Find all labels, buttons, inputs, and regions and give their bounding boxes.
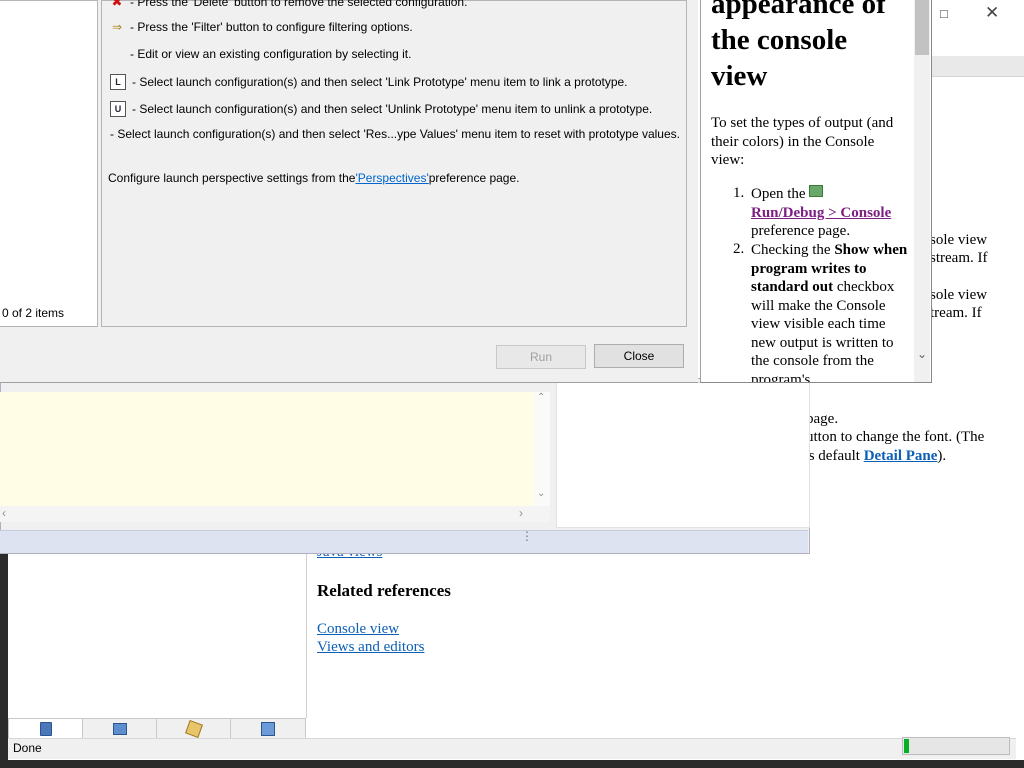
instruction-text: - Edit or view an existing configuration… xyxy=(130,47,412,61)
ide-side-panel xyxy=(556,382,810,528)
step-2: Checking the Show when program writes to… xyxy=(751,241,909,382)
step-1: Open the Run/Debug > Console preference … xyxy=(751,185,911,241)
configuration-list[interactable]: 0 of 2 items xyxy=(0,0,98,327)
items-count: 0 of 2 items xyxy=(2,306,65,320)
scroll-right-icon[interactable]: › xyxy=(519,506,523,520)
content-fragment: sole view xyxy=(930,287,988,303)
content-fragment: tream. If xyxy=(930,305,982,321)
editor-area[interactable] xyxy=(0,392,534,506)
instruction-line: ✖ - Press the 'Delete' button to remove … xyxy=(110,0,468,9)
close-button[interactable]: Close xyxy=(594,344,684,368)
delete-icon: ✖ xyxy=(111,0,123,9)
drag-handle-icon[interactable]: ⋮ xyxy=(521,530,533,542)
related-references-heading: Related references xyxy=(317,581,451,600)
tab-index[interactable] xyxy=(82,718,158,739)
progress-fill xyxy=(904,739,909,753)
step-number: 1. xyxy=(733,185,745,201)
tab-search-results[interactable] xyxy=(156,718,232,739)
perspective-text-pre: Configure launch perspective settings fr… xyxy=(108,171,356,185)
perspective-text-post: preference page. xyxy=(428,171,520,185)
progress-bar xyxy=(902,737,1010,755)
status-bar: Done xyxy=(8,738,1016,759)
launch-configurations-dialog: 0 of 2 items ✖ - Press the 'Delete' butt… xyxy=(0,0,698,383)
step-number: 2. xyxy=(733,241,745,257)
horizontal-scrollbar[interactable]: ‹ › xyxy=(0,506,550,522)
step-1-text: Open the xyxy=(751,186,810,202)
instruction-text: - Press the 'Filter' button to configure… xyxy=(130,20,413,34)
instruction-line: U - Select launch configuration(s) and t… xyxy=(110,101,652,117)
unlink-prototype-icon: U xyxy=(110,101,126,117)
scroll-left-icon[interactable]: ‹ xyxy=(2,506,6,520)
tab-contents[interactable] xyxy=(8,718,84,739)
content-fragment-text: 's default xyxy=(806,448,864,464)
status-text: Done xyxy=(13,741,42,755)
instruction-text: - Select launch configuration(s) and the… xyxy=(110,127,680,141)
instruction-text: - Select launch configuration(s) and the… xyxy=(132,75,628,89)
content-fragment: page. xyxy=(806,411,839,427)
heading-line: the console xyxy=(711,24,848,56)
article-heading: appearance of the console view xyxy=(711,0,916,94)
preferences-icon xyxy=(809,185,824,197)
instruction-line: - Select launch configuration(s) and the… xyxy=(110,127,680,141)
index-icon xyxy=(113,723,127,735)
vertical-scrollbar[interactable]: ⌃ ⌄ xyxy=(534,392,550,506)
scroll-down-icon[interactable]: ⌄ xyxy=(537,488,545,499)
views-and-editors-link[interactable]: Views and editors xyxy=(317,639,424,656)
instruction-line: ⇒ - Press the 'Filter' button to configu… xyxy=(110,20,413,34)
console-view-link[interactable]: Console view xyxy=(317,621,399,638)
content-fragment: stream. If xyxy=(930,250,988,266)
instruction-line: L - Select launch configuration(s) and t… xyxy=(110,74,628,90)
help-article-window: appearance of the console view To set th… xyxy=(700,0,932,383)
instruction-text: - Select launch configuration(s) and the… xyxy=(132,102,653,116)
launch-instructions-panel: ✖ - Press the 'Delete' button to remove … xyxy=(101,0,687,327)
instruction-line: - Edit or view an existing configuration… xyxy=(110,47,411,61)
heading-line: view xyxy=(711,60,768,92)
article-scroll-thumb[interactable] xyxy=(915,0,929,55)
perspectives-link[interactable]: 'Perspectives' xyxy=(355,171,428,185)
content-fragment: sole view xyxy=(930,232,988,248)
run-button[interactable]: Run xyxy=(496,345,586,369)
scroll-up-icon[interactable]: ⌃ xyxy=(537,392,545,403)
perspective-config-line: Configure launch perspective settings fr… xyxy=(108,171,519,185)
instruction-text: - Press the 'Delete' button to remove th… xyxy=(130,0,468,9)
run-debug-console-link[interactable]: Run/Debug > Console xyxy=(751,205,891,221)
contents-icon xyxy=(40,722,52,736)
bookmarks-icon xyxy=(261,722,275,736)
article-intro: To set the types of output (and their co… xyxy=(711,115,894,168)
tab-bookmarks[interactable] xyxy=(230,718,306,739)
filter-icon: ⇒ xyxy=(111,20,123,34)
search-results-icon xyxy=(185,720,203,738)
ide-status-strip: ⋮ xyxy=(0,530,808,553)
content-fragment-text: ). xyxy=(937,448,947,464)
detail-pane-link[interactable]: Detail Pane xyxy=(864,448,938,464)
content-fragment: utton to change the font. (The xyxy=(806,429,985,445)
step-1-text-post: preference page. xyxy=(751,223,851,239)
content-fragment: 's default Detail Pane). xyxy=(806,448,946,465)
step-2-text: Checking the xyxy=(751,242,835,258)
article-scrollbar[interactable] xyxy=(914,0,930,382)
heading-line: appearance of xyxy=(711,0,886,20)
scroll-down-icon[interactable]: ⌄ xyxy=(914,345,930,363)
link-prototype-icon: L xyxy=(110,74,126,90)
